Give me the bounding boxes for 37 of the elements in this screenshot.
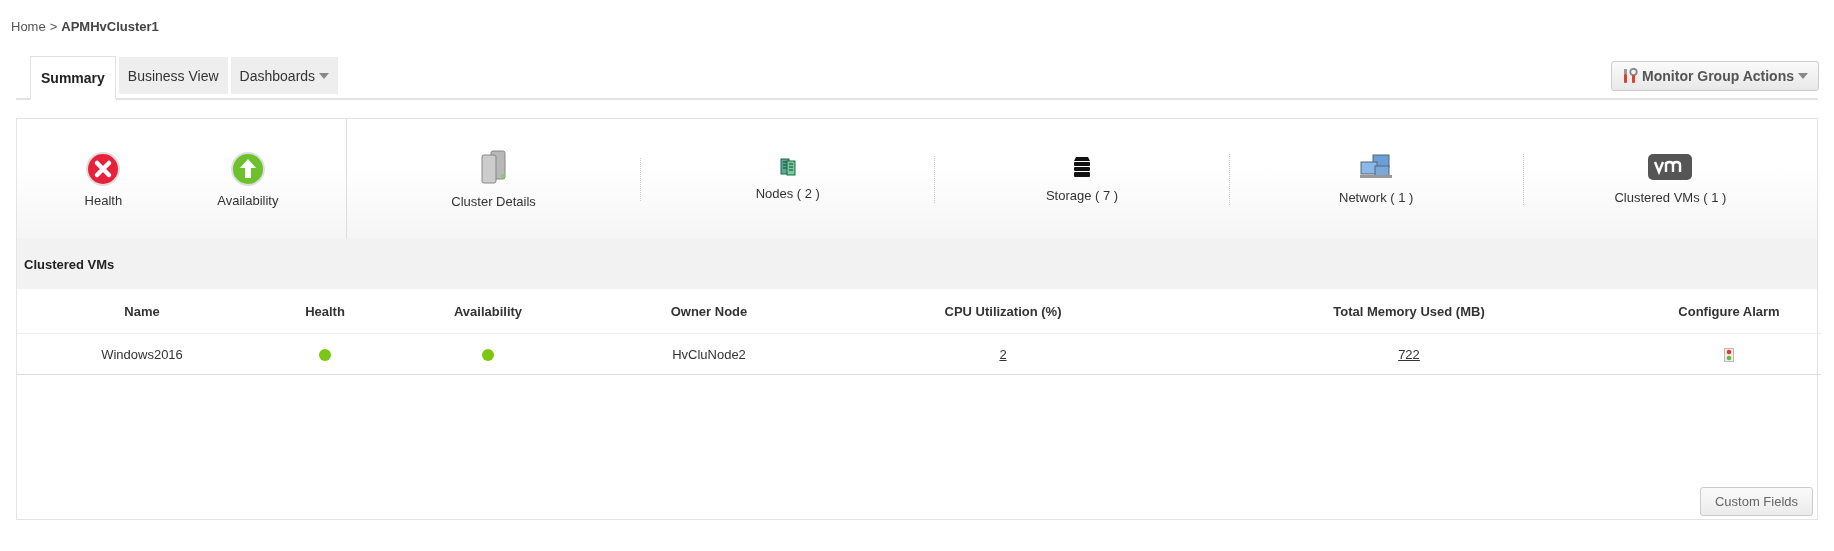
column-header: CPU Utilization (%) [825, 289, 1181, 334]
tools-icon [1622, 68, 1639, 84]
database-icon [1073, 155, 1091, 178]
monitor-group-actions-button[interactable]: Monitor Group Actions [1611, 61, 1819, 91]
tab[interactable]: Dashboards [230, 57, 339, 94]
memory-link[interactable]: 722 [1398, 346, 1420, 362]
summary-link[interactable]: Cluster Details [451, 193, 536, 209]
caret-icon [1798, 73, 1808, 79]
status-label: Availability [217, 192, 279, 208]
summary-link[interactable]: Network ( 1 ) [1339, 189, 1414, 205]
tab[interactable]: Summary [30, 56, 116, 100]
table-cell: Windows2016 [17, 333, 267, 375]
breadcrumb-current: APMHvCluster1 [61, 18, 159, 34]
traffic-light-icon[interactable] [1724, 347, 1734, 362]
column-header: Total Memory Used (MB) [1181, 289, 1637, 334]
up-arrow-icon [229, 150, 266, 187]
summary-link[interactable]: Nodes ( 2 ) [755, 185, 820, 201]
breadcrumb-home-link[interactable]: Home [11, 18, 46, 34]
column-header: Health [267, 289, 383, 334]
vm-logo-icon [1648, 153, 1693, 180]
cpu-link[interactable]: 2 [999, 346, 1007, 362]
network-computers-icon [1359, 153, 1394, 180]
servers-icon [478, 149, 509, 184]
summary-link[interactable]: Clustered VMs ( 1 ) [1614, 189, 1727, 205]
column-header: Name [17, 289, 267, 334]
table-cell: HvCluNode2 [593, 333, 825, 375]
custom-fields-button[interactable]: Custom Fields [1699, 487, 1813, 516]
status-label: Health [84, 192, 123, 208]
column-header: Availability [383, 289, 593, 334]
server-rack-icon [779, 157, 796, 176]
error-icon [85, 150, 122, 187]
column-header: Configure Alarm [1637, 289, 1821, 334]
breadcrumb-separator: > [49, 18, 58, 34]
summary-link[interactable]: Storage ( 7 ) [1045, 187, 1119, 203]
section-title: Clustered VMs [24, 256, 115, 272]
tab[interactable]: Business View [118, 57, 228, 94]
column-header: Owner Node [593, 289, 825, 334]
